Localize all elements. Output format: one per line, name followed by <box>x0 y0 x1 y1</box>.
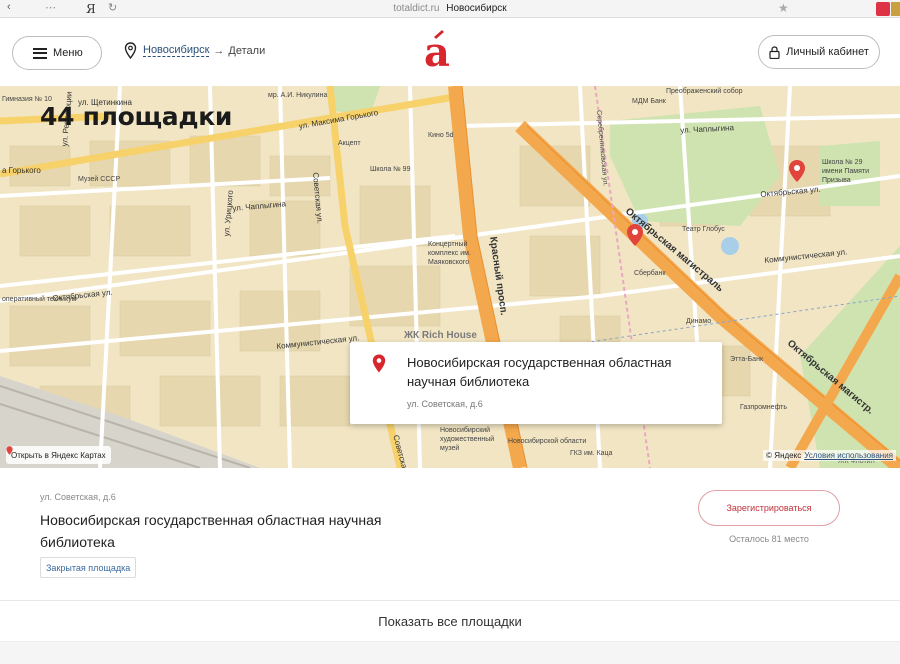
venue-card: ул. Советская, д.6 Новосибирская государ… <box>0 468 900 600</box>
open-in-yandex-maps-link[interactable]: Открыть в Яндекс Картах <box>6 446 111 464</box>
popup-venue-name: Новосибирская государственная областная … <box>407 355 672 389</box>
url-page-title: Новосибирск <box>446 3 507 14</box>
map-label: оперативный техникум <box>2 296 77 303</box>
map-label: МДМ Банк <box>632 98 666 105</box>
venue-address: ул. Советская, д.6 <box>40 492 116 502</box>
map-venue-popup[interactable]: Новосибирская государственная областная … <box>350 342 722 424</box>
menu-button-label: Меню <box>53 47 83 59</box>
map-label: Преображенский собор <box>666 88 743 95</box>
map-label: Новосибирский художественный музей <box>440 427 495 452</box>
venues-map[interactable]: ул. Щетинкина Гимназия № 10 мр. А.И. Ник… <box>0 86 900 468</box>
show-all-venues-button[interactable]: Показать все площадки <box>0 601 900 641</box>
breadcrumb-current: Детали <box>228 44 266 57</box>
extension-icon-2[interactable] <box>891 2 900 16</box>
terms-of-use-link[interactable]: Условия использования <box>804 451 893 460</box>
register-button[interactable]: Зарегистрироваться <box>698 490 840 526</box>
map-label: ЖК Rich House <box>404 330 477 341</box>
venue-pin-icon <box>372 354 386 373</box>
map-label: Школа № 99 <box>370 166 411 173</box>
site-header: Меню Новосибирск → Детали a Личный кабин… <box>0 18 900 86</box>
venue-type-tag[interactable]: Закрытая площадка <box>40 557 137 578</box>
map-label: Газпромнефть <box>740 404 788 411</box>
map-label: Кино 5d <box>428 132 454 139</box>
site-logo[interactable]: a <box>420 28 454 72</box>
hamburger-icon <box>33 47 47 59</box>
venues-count-heading: 44 площадки <box>40 102 233 131</box>
address-bar[interactable]: totaldict.ru Новосибирск <box>0 3 900 14</box>
map-label: Сбербанк <box>634 270 666 277</box>
open-in-yandex-label: Открыть в Яндекс Картах <box>11 450 106 460</box>
bookmark-star-icon[interactable]: ★ <box>778 1 789 15</box>
map-label: Этта-Банк <box>730 356 764 363</box>
lock-icon <box>769 45 780 59</box>
seats-left-text: Осталось 81 место <box>729 534 809 544</box>
page-bottom-strip <box>0 641 900 664</box>
personal-account-button[interactable]: Личный кабинет <box>758 35 880 69</box>
yandex-pin-icon <box>6 446 13 455</box>
breadcrumb-city-link[interactable]: Новосибирск <box>143 44 210 57</box>
url-domain: totaldict.ru <box>393 3 440 14</box>
copyright-text: © Яндекс <box>766 451 802 460</box>
map-label: Акцепт <box>338 140 361 147</box>
browser-toolbar: ‹ ⋯ Я ↻ totaldict.ru Новосибирск ★ <box>0 0 900 18</box>
map-label: мр. А.И. Никулина <box>268 92 328 99</box>
map-label: ГКЗ им. Каца <box>570 450 613 457</box>
extension-icon[interactable] <box>876 2 890 16</box>
breadcrumb: Новосибирск → Детали <box>124 42 265 59</box>
popup-venue-address: ул. Советская, д.6 <box>407 399 483 409</box>
venue-name: Новосибирская государственная областная … <box>40 512 382 550</box>
map-label: Музей СССР <box>78 176 121 183</box>
map-label: Новосибирской области <box>508 438 587 445</box>
map-label: Динамо <box>686 318 712 325</box>
personal-account-label: Личный кабинет <box>786 46 869 58</box>
breadcrumb-arrow-icon: → <box>213 44 225 57</box>
location-pin-icon <box>124 42 137 59</box>
map-label: а Горького <box>2 166 41 175</box>
map-label: Школа № 29 имени Памяти Призыва <box>822 159 869 184</box>
map-copyright: © Яндекс Условия использования <box>763 450 896 461</box>
map-label: Театр Глобус <box>682 226 725 233</box>
menu-button[interactable]: Меню <box>12 36 102 70</box>
